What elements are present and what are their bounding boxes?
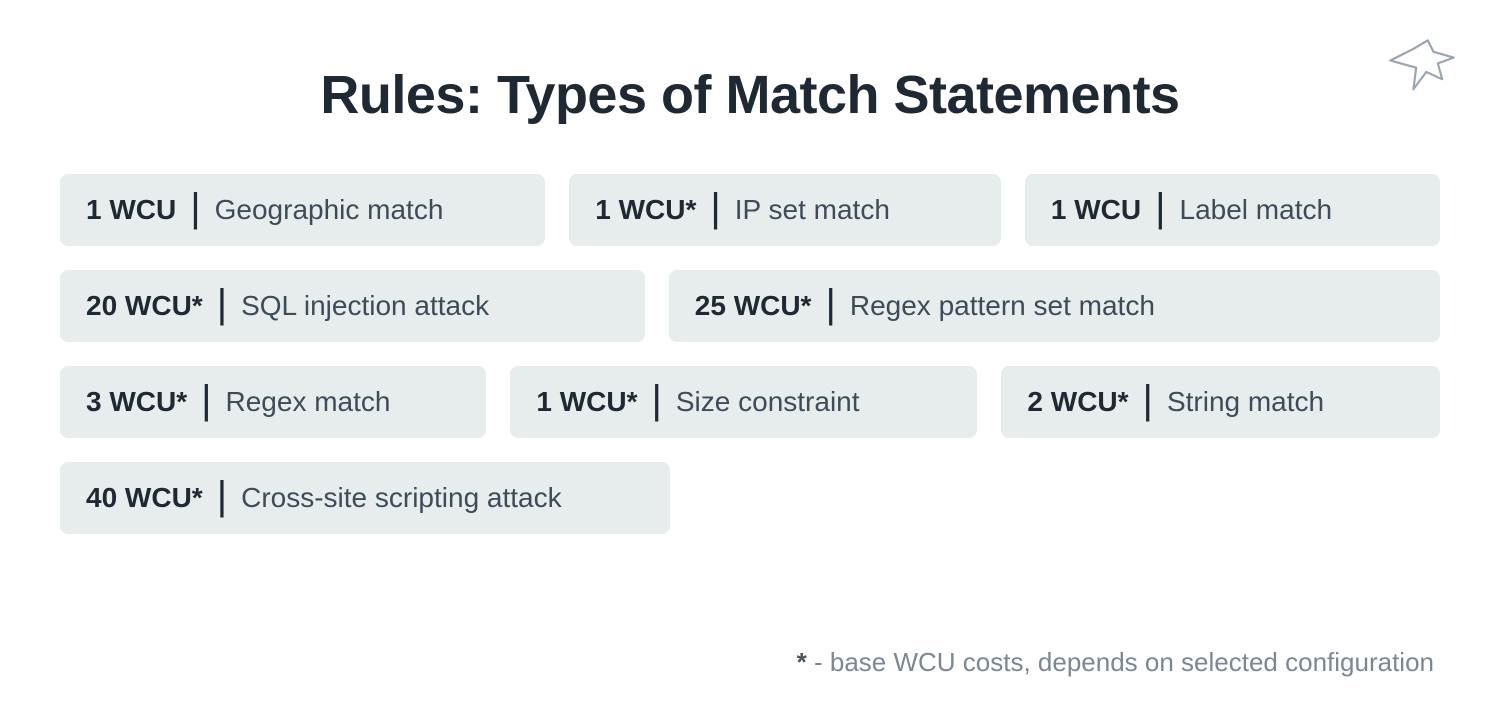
card-xss-attack: 40 WCU* | Cross-site scripting attack — [60, 462, 670, 534]
footnote: * - base WCU costs, depends on selected … — [797, 647, 1434, 678]
card-geographic-match: 1 WCU | Geographic match — [60, 174, 545, 246]
wcu-value: 40 WCU* — [86, 482, 203, 514]
divider-icon: | — [1143, 384, 1153, 416]
divider-icon: | — [651, 384, 661, 416]
wcu-value: 1 WCU — [86, 194, 176, 226]
wcu-value: 20 WCU* — [86, 290, 203, 322]
row-4: 40 WCU* | Cross-site scripting attack — [60, 462, 1440, 534]
page-title: Rules: Types of Match Statements — [60, 64, 1440, 126]
rows-container: 1 WCU | Geographic match 1 WCU* | IP set… — [60, 174, 1440, 534]
card-regex-match: 3 WCU* | Regex match — [60, 366, 486, 438]
card-label: String match — [1167, 386, 1324, 418]
card-label: IP set match — [735, 194, 890, 226]
divider-icon: | — [217, 288, 227, 320]
divider-icon: | — [825, 288, 835, 320]
card-label: Size constraint — [676, 386, 860, 418]
divider-icon: | — [1155, 192, 1165, 224]
card-label: Cross-site scripting attack — [241, 482, 562, 514]
card-regex-pattern-set: 25 WCU* | Regex pattern set match — [669, 270, 1440, 342]
wcu-value: 25 WCU* — [695, 290, 812, 322]
divider-icon: | — [190, 192, 200, 224]
row-1: 1 WCU | Geographic match 1 WCU* | IP set… — [60, 174, 1440, 246]
card-size-constraint: 1 WCU* | Size constraint — [510, 366, 977, 438]
card-ip-set-match: 1 WCU* | IP set match — [569, 174, 1001, 246]
card-label: Geographic match — [215, 194, 444, 226]
row-3: 3 WCU* | Regex match 1 WCU* | Size const… — [60, 366, 1440, 438]
divider-icon: | — [710, 192, 720, 224]
divider-icon: | — [201, 384, 211, 416]
card-label: Regex pattern set match — [850, 290, 1155, 322]
card-sql-injection: 20 WCU* | SQL injection attack — [60, 270, 645, 342]
card-label: Regex match — [226, 386, 391, 418]
footnote-text: - base WCU costs, depends on selected co… — [807, 647, 1434, 677]
wcu-value: 1 WCU — [1051, 194, 1141, 226]
card-string-match: 2 WCU* | String match — [1001, 366, 1440, 438]
wcu-value: 3 WCU* — [86, 386, 187, 418]
bird-logo-icon — [1386, 36, 1458, 92]
footnote-star: * — [797, 647, 807, 677]
row-2: 20 WCU* | SQL injection attack 25 WCU* |… — [60, 270, 1440, 342]
divider-icon: | — [217, 480, 227, 512]
wcu-value: 2 WCU* — [1027, 386, 1128, 418]
wcu-value: 1 WCU* — [595, 194, 696, 226]
wcu-value: 1 WCU* — [536, 386, 637, 418]
card-label: Label match — [1180, 194, 1333, 226]
page: Rules: Types of Match Statements 1 WCU |… — [0, 0, 1500, 728]
card-label: SQL injection attack — [241, 290, 489, 322]
card-label-match: 1 WCU | Label match — [1025, 174, 1440, 246]
